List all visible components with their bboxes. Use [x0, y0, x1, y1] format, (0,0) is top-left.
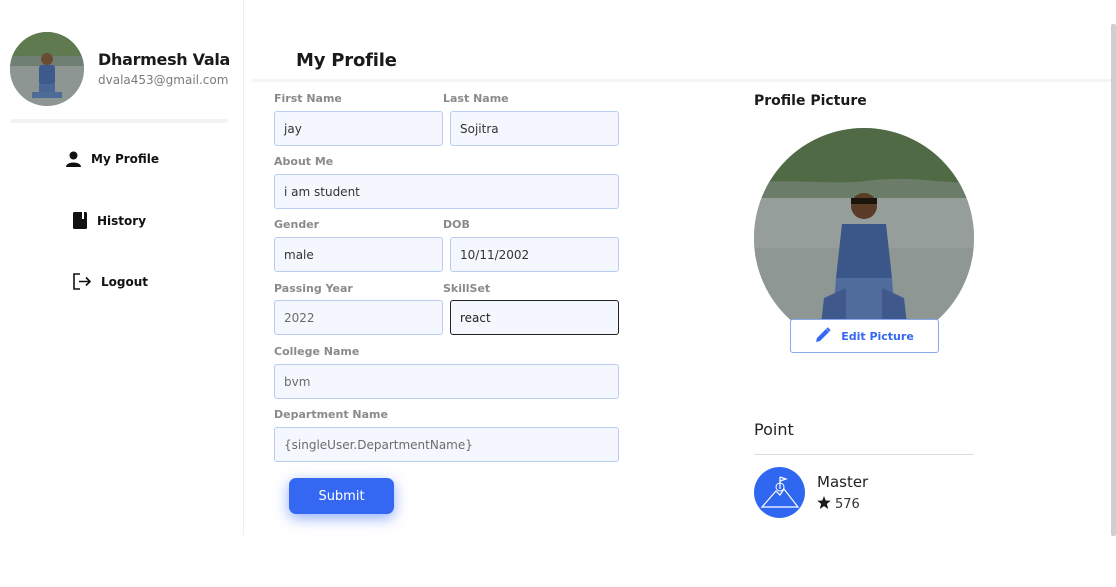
submit-button[interactable]: Submit	[289, 478, 394, 514]
mountain-flag-icon	[754, 467, 805, 518]
skillset-field[interactable]: react	[450, 300, 619, 335]
rank-label: Master	[817, 473, 869, 491]
sidebar-item-my-profile[interactable]: My Profile	[66, 151, 159, 167]
passing-year-label: Passing Year	[274, 282, 353, 295]
user-email: dvala453@gmail.com	[98, 73, 229, 87]
profile-picture-title: Profile Picture	[754, 93, 867, 109]
dob-field[interactable]: 10/11/2002	[450, 237, 619, 272]
sidebar-item-label: My Profile	[91, 152, 160, 166]
profile-picture	[754, 128, 974, 348]
department-name-field[interactable]: {singleUser.DepartmentName}	[274, 427, 619, 462]
gender-label: Gender	[274, 218, 320, 231]
header-divider	[252, 79, 1116, 82]
about-me-field[interactable]: i am student	[274, 174, 619, 209]
point-title: Point	[754, 420, 794, 439]
sidebar-item-label: Logout	[101, 274, 149, 289]
star-icon	[817, 496, 831, 513]
sidebar: Dharmesh Vala dvala453@gmail.com My Prof…	[0, 0, 244, 535]
college-name-field[interactable]: bvm	[274, 364, 619, 399]
sidebar-divider	[10, 119, 228, 123]
page-scrollbar[interactable]	[1111, 24, 1116, 536]
sidebar-item-logout[interactable]: Logout	[73, 273, 148, 290]
skillset-label: SkillSet	[443, 282, 491, 295]
sidebar-item-label: History	[97, 213, 147, 228]
passing-year-field[interactable]: 2022	[274, 300, 443, 335]
first-name-label: First Name	[274, 92, 342, 105]
department-name-label: Department Name	[274, 408, 388, 421]
college-name-label: College Name	[274, 345, 360, 358]
last-name-label: Last Name	[443, 92, 509, 105]
pencil-icon	[815, 326, 831, 346]
avatar[interactable]	[10, 32, 84, 106]
last-name-field[interactable]: Sojitra	[450, 111, 619, 146]
logout-icon	[73, 273, 91, 290]
dob-label: DOB	[443, 218, 470, 231]
book-icon	[73, 212, 87, 229]
edit-picture-label: Edit Picture	[841, 329, 914, 343]
first-name-field[interactable]: jay	[274, 111, 443, 146]
point-divider	[754, 454, 974, 455]
user-name: Dharmesh Vala	[98, 50, 231, 69]
gender-field[interactable]: male	[274, 237, 443, 272]
score-value: 576	[835, 497, 860, 512]
sidebar-item-history[interactable]: History	[73, 212, 146, 229]
edit-picture-button[interactable]: Edit Picture	[790, 319, 939, 353]
user-icon	[66, 151, 81, 167]
page-title: My Profile	[296, 50, 397, 71]
about-me-label: About Me	[274, 155, 334, 168]
score: 576	[817, 496, 860, 513]
